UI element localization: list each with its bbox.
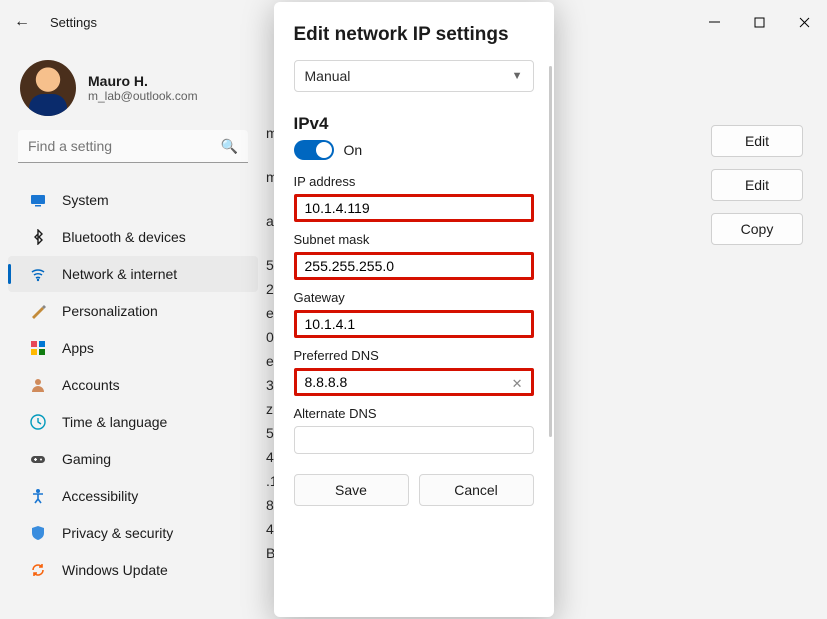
save-button[interactable]: Save	[294, 474, 409, 506]
chevron-down-icon: ▼	[512, 70, 523, 82]
ip-settings-modal: Edit network IP settings Manual ▼ IPv4 O…	[274, 2, 554, 617]
ipv4-heading: IPv4	[294, 114, 534, 134]
subnet-label: Subnet mask	[294, 232, 534, 247]
ip-label: IP address	[294, 174, 534, 189]
ipv4-toggle[interactable]	[294, 140, 334, 160]
dns1-label: Preferred DNS	[294, 348, 534, 363]
modal-title: Edit network IP settings	[294, 24, 534, 46]
clear-icon[interactable]: ✕	[512, 376, 523, 392]
ip-mode-select[interactable]: Manual ▼	[294, 60, 534, 92]
ip-address-input[interactable]	[294, 194, 534, 222]
gateway-label: Gateway	[294, 290, 534, 305]
dns2-label: Alternate DNS	[294, 406, 534, 421]
preferred-dns-input[interactable]: ✕	[294, 368, 534, 396]
cancel-button[interactable]: Cancel	[419, 474, 534, 506]
gateway-input[interactable]	[294, 310, 534, 338]
ip-mode-value: Manual	[305, 68, 351, 84]
alternate-dns-input[interactable]	[294, 426, 534, 454]
modal-scrollbar[interactable]	[549, 66, 552, 437]
modal-overlay: Edit network IP settings Manual ▼ IPv4 O…	[0, 0, 827, 619]
subnet-mask-input[interactable]	[294, 252, 534, 280]
ipv4-toggle-label: On	[344, 142, 363, 158]
